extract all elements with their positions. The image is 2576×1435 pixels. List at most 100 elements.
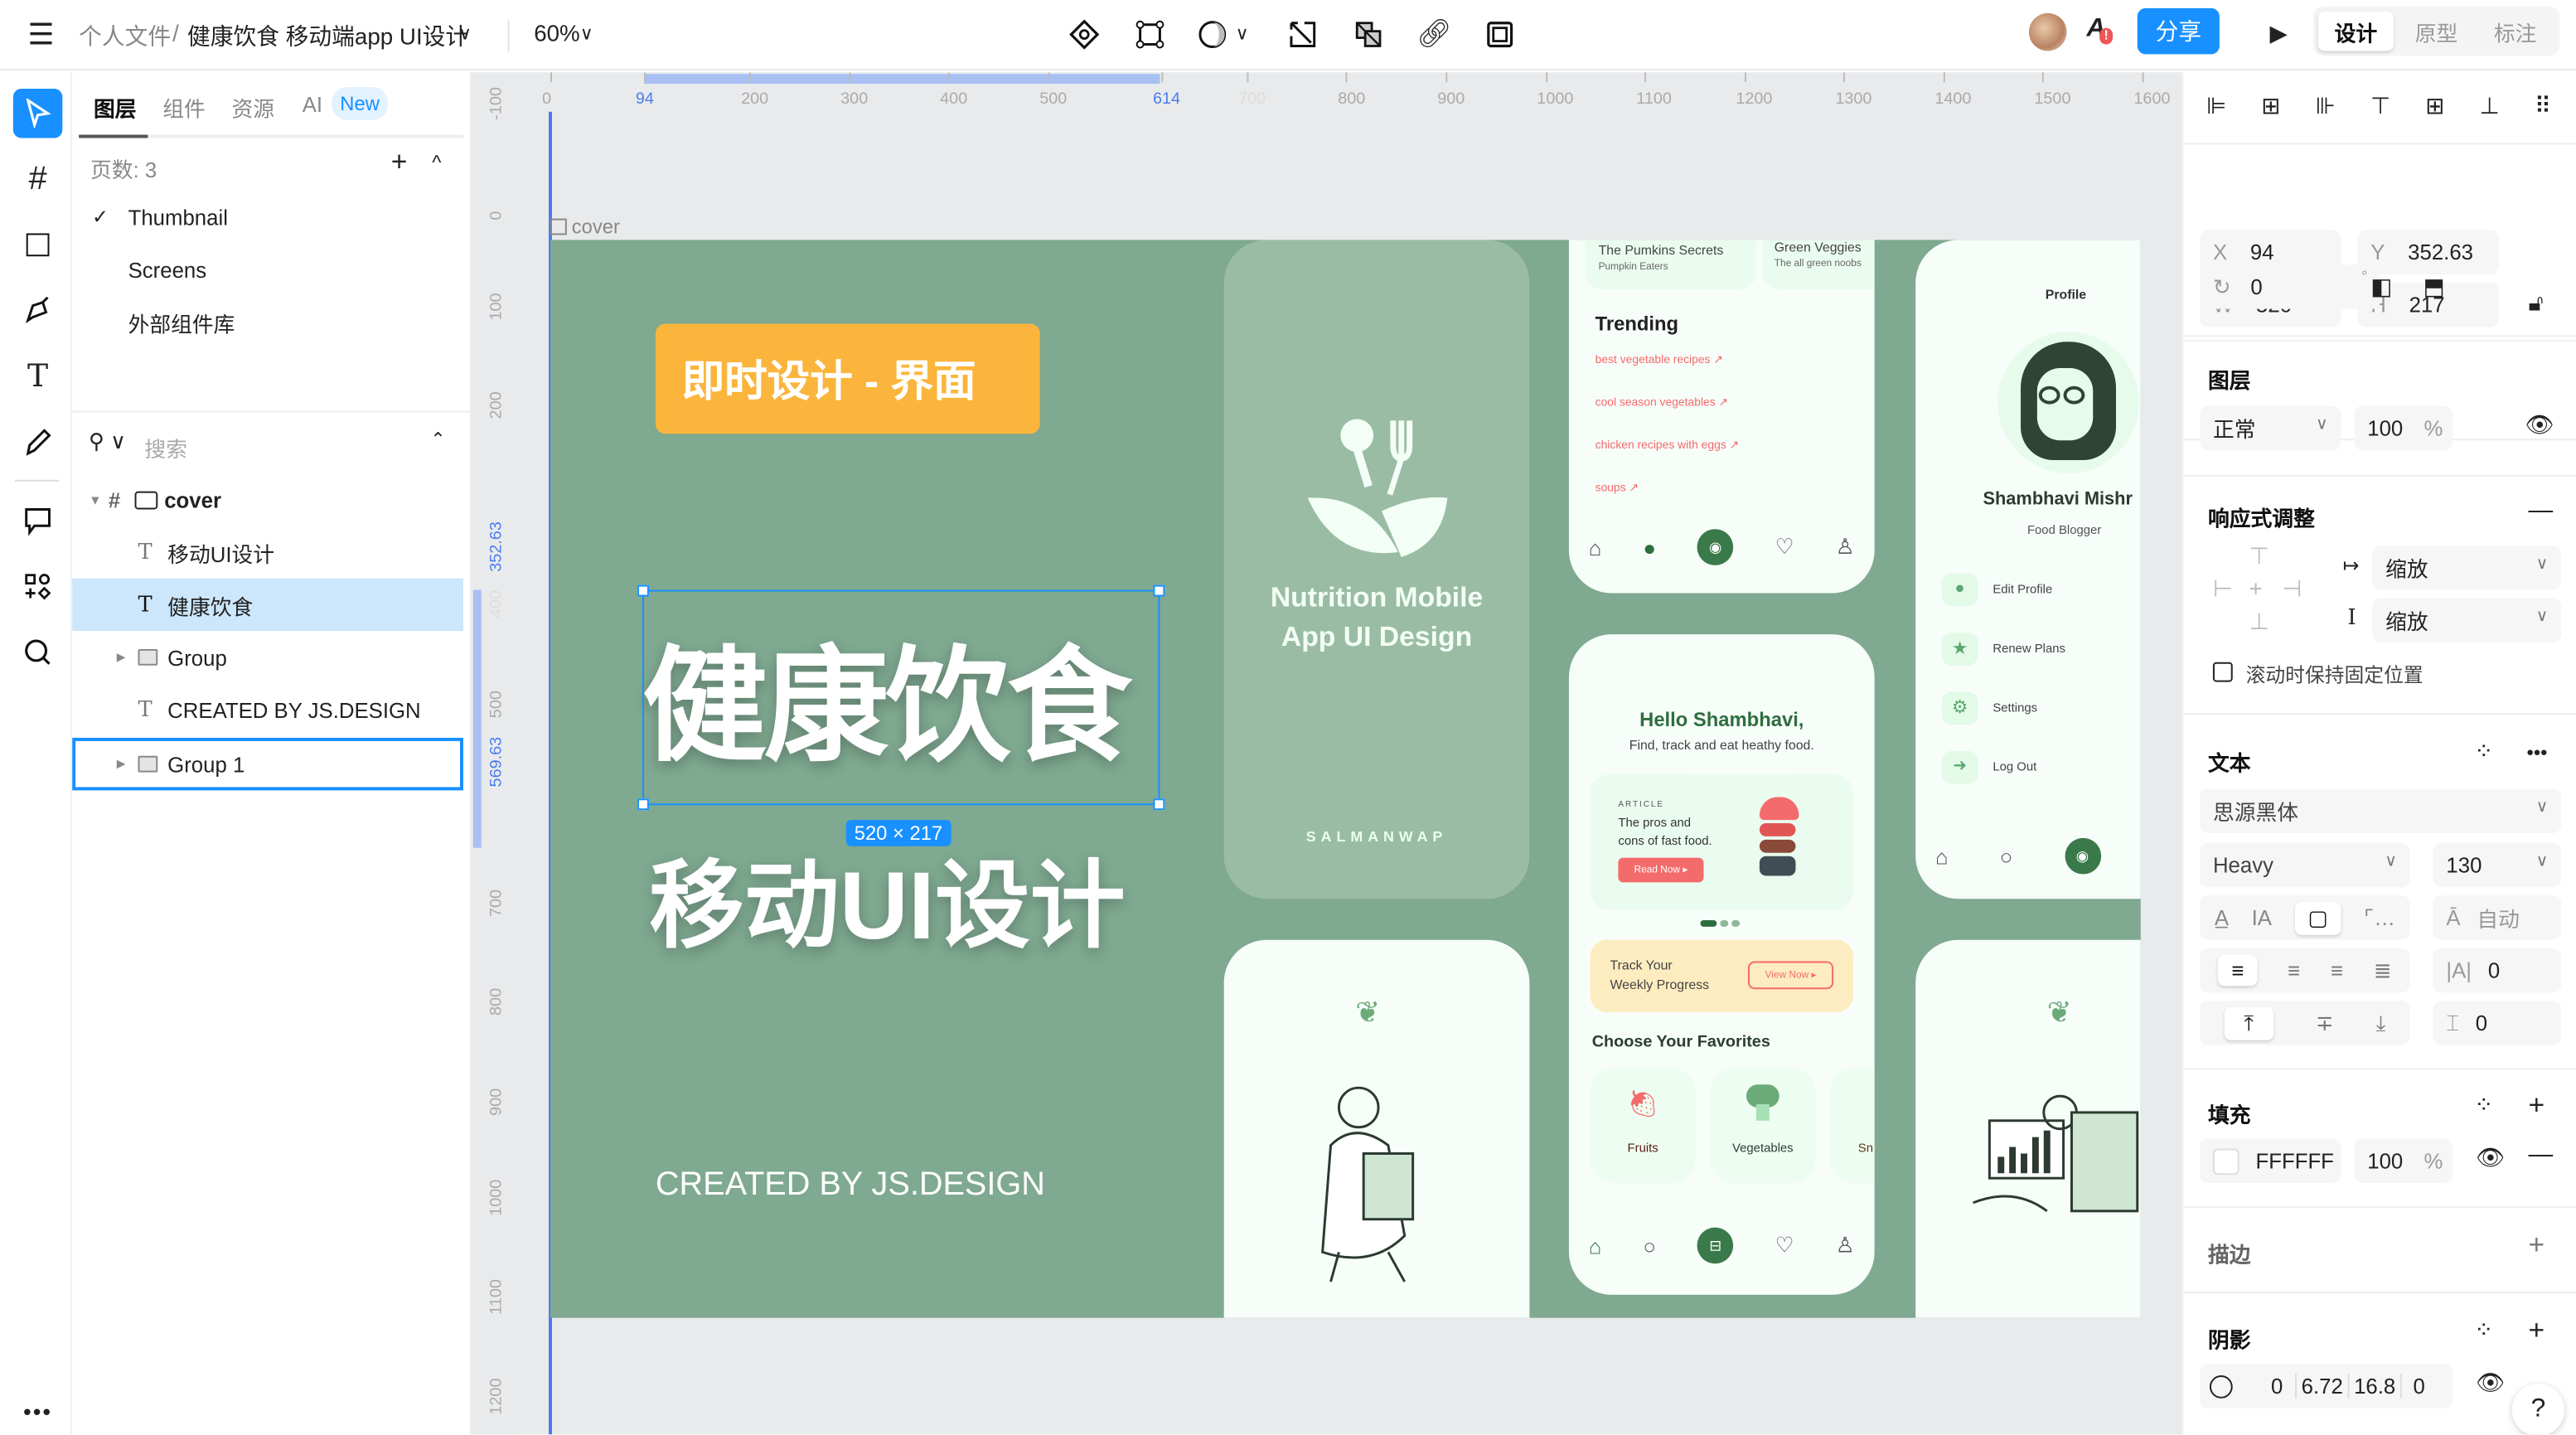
fixed-size-icon[interactable]: ▢ [2294,901,2341,934]
more-options-icon[interactable]: ••• [2527,741,2548,764]
drop-shadow-icon[interactable] [2209,1374,2233,1398]
layer-opacity-field[interactable]: 100% [2354,405,2453,451]
mask-chevron-icon[interactable]: ∨ [1236,23,1249,45]
vertical-constraint-select[interactable]: 缩放 ∨ [2372,598,2562,643]
canvas[interactable]: 0 94 200 300 400 500 614 700 800 900 1000 1100 1200 1… [471,72,2182,1435]
align-horizontal-center-icon[interactable]: ⊞ [2261,92,2280,120]
layer-item-hovered[interactable]: ▶ Group 1 [72,737,463,791]
more-icon[interactable]: ••• [13,1387,62,1434]
page-item-screens[interactable]: Screens [72,243,463,295]
align-right-icon[interactable]: ⊪ [2316,92,2336,120]
search-tool-icon[interactable] [13,628,62,676]
blend-mode-select[interactable]: 正常 ∨ [2200,405,2341,451]
play-icon[interactable]: ▶ [2264,17,2293,50]
align-left-icon[interactable]: ⊫ [2206,92,2226,120]
shadow-visibility-eye-icon[interactable]: 👁︎ [2476,1369,2505,1397]
align-top-icon[interactable]: ⊤ [2370,92,2390,120]
shadow-spread[interactable]: 0 [2399,1374,2437,1399]
edit-vector-icon[interactable] [1131,15,1170,55]
fixed-scroll-checkbox[interactable] [2212,662,2233,682]
page-item-thumbnail[interactable]: ✓ Thumbnail [72,191,463,243]
fill-visibility-eye-icon[interactable]: 👁︎ [2476,1144,2505,1172]
tab-assets[interactable]: 资源 [231,92,274,124]
collapse-all-icon[interactable]: ⌃ [430,429,445,450]
visibility-eye-icon[interactable]: 👁︎ [2525,411,2554,439]
auto-height-icon[interactable]: IA [2252,905,2272,930]
share-button[interactable]: 分享 [2137,7,2220,55]
breadcrumb-root[interactable]: 个人文件 [79,20,171,53]
expand-icon[interactable]: ▶ [117,758,138,771]
pen-tool-icon[interactable] [13,286,62,335]
collapse-section-icon[interactable]: — [2529,497,2554,525]
help-button[interactable]: ? [2511,1383,2565,1435]
font-family-select[interactable]: 思源黑体 ∨ [2200,788,2562,833]
zoom-chevron-icon[interactable]: ∨ [580,23,593,45]
file-name[interactable]: 健康饮食 移动端app UI设计 [187,20,468,53]
resize-handle[interactable] [637,584,649,597]
align-text-top-icon[interactable]: ⤒ [2224,1006,2273,1040]
align-text-bottom-icon[interactable]: ⤓ [2376,1010,2385,1036]
file-menu-chevron-icon[interactable]: ∨ [458,23,472,45]
expand-icon[interactable]: ▶ [117,651,138,664]
add-shadow-icon[interactable]: + [2529,1315,2545,1348]
align-text-center-icon[interactable]: ≡ [2288,958,2300,983]
credit-text[interactable]: CREATED BY JS.DESIGN [656,1166,1045,1205]
add-fill-icon[interactable]: + [2529,1089,2545,1122]
fill-styles-icon[interactable]: ⁘ [2474,1091,2493,1119]
layer-search-input[interactable]: 搜索 [144,432,187,463]
page-item-external-library[interactable]: 外部组件库 [72,296,463,348]
fill-color-field[interactable]: FFFFFF [2200,1138,2341,1184]
tab-ai[interactable]: AI [303,92,322,117]
truncate-icon[interactable]: ⌜… [2364,904,2395,931]
tag-text[interactable]: 即时设计 - 界面 [682,347,1010,415]
mask-icon[interactable] [1193,15,1232,55]
search-icon[interactable]: ⚲ ∨ [89,429,126,455]
layer-item-selected[interactable]: T 健康饮食 [72,578,463,632]
align-vertical-center-icon[interactable]: ⊞ [2425,92,2444,120]
align-text-middle-icon[interactable]: ∓ [2316,1010,2334,1036]
menu-icon[interactable]: ☰ [23,17,60,53]
tab-inspect[interactable]: 标注 [2477,12,2553,51]
fill-swatch[interactable] [2212,1147,2239,1175]
tab-design[interactable]: 设计 [2317,11,2394,51]
add-stroke-icon[interactable]: + [2529,1229,2545,1263]
tab-layers[interactable]: 图层 [94,92,137,124]
shadow-field[interactable]: 0 6.72 16.8 0 [2200,1364,2453,1408]
tab-prototype[interactable]: 原型 [2399,12,2474,51]
font-size-select[interactable]: 130 ∨ [2433,842,2562,888]
font-missing-icon[interactable]: A! [2086,15,2114,45]
align-text-left-icon[interactable]: ≡ [2218,954,2258,987]
scale-icon[interactable] [1283,15,1323,55]
resize-handle[interactable] [1153,584,1165,597]
user-avatar[interactable] [2028,12,2067,51]
comment-tool-icon[interactable] [13,497,62,545]
shadow-blur[interactable]: 16.8 [2347,1374,2399,1399]
collapse-pages-icon[interactable]: ^ [432,151,441,174]
plugins-icon[interactable] [13,562,62,611]
cover-frame[interactable]: 即时设计 - 界面 健康饮食 移动UI设计 CREATED BY JS.DESI… [550,240,2141,1318]
distribute-icon[interactable]: ⠿ [2535,92,2551,120]
move-tool[interactable] [12,89,63,138]
pencil-tool-icon[interactable] [13,417,62,466]
letter-spacing-field[interactable]: |A| 0 [2433,948,2562,993]
add-page-icon[interactable]: + [391,146,408,179]
layer-item[interactable]: T CREATED BY JS.DESIGN [72,684,463,736]
flip-vertical-icon[interactable]: ⬒ [2423,273,2445,301]
shadow-x[interactable]: 0 [2259,1374,2295,1399]
lock-ratio-icon[interactable]: 🔓︎ [2529,289,2544,318]
link-icon[interactable]: 🔗︎ [1415,15,1455,55]
tab-components[interactable]: 组件 [162,92,206,124]
layer-cover[interactable]: ▼ # cover [72,473,463,526]
justify-text-icon[interactable]: ≣ [2374,957,2392,984]
zoom-level[interactable]: 60% [534,20,580,46]
expand-icon[interactable]: ▼ [89,492,109,507]
text-tool-icon[interactable]: T [13,351,62,400]
layer-item[interactable]: T 移动UI设计 [72,526,463,578]
constraints-widget[interactable]: ⊤ ⊢ + ⊣ ⊥ [2213,542,2308,634]
frame-icon[interactable] [1480,15,1520,55]
subtitle-text[interactable]: 移动UI设计 [649,828,1126,966]
shadow-styles-icon[interactable]: ⁘ [2474,1316,2493,1345]
boolean-icon[interactable] [1349,15,1388,55]
line-height-field[interactable]: Ā 自动 [2433,895,2562,940]
shadow-y[interactable]: 6.72 [2295,1374,2347,1399]
